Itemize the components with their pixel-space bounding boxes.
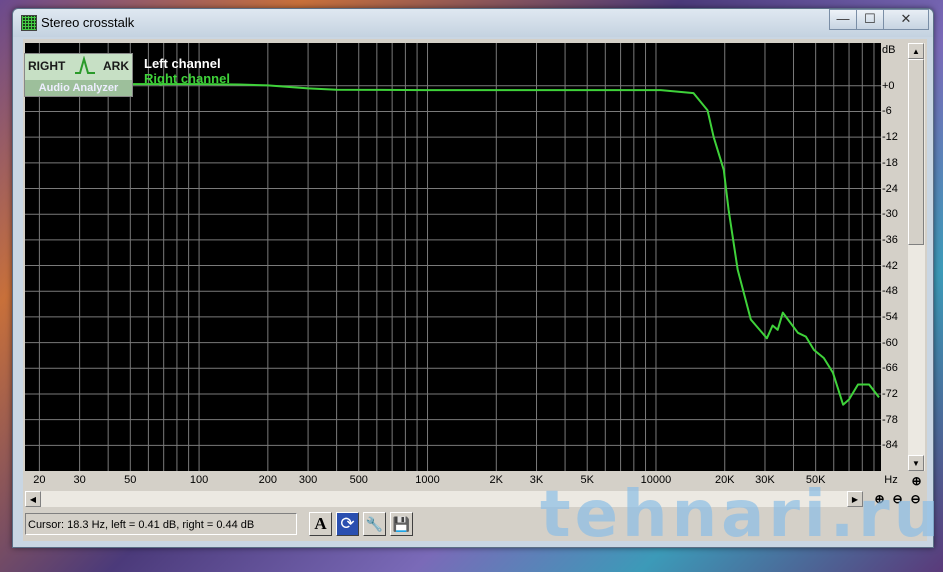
y-tick-label: -60 [882, 336, 898, 349]
y-tick-label: -48 [882, 285, 898, 298]
x-tick-label: 300 [298, 474, 318, 486]
scroll-down-icon[interactable]: ▼ [908, 455, 924, 471]
stereo-crosstalk-window: Stereo crosstalk — ☐ ✕ dB +0 -6 -12 -18 -24 -… [12, 8, 934, 548]
y-tick-label: -42 [882, 259, 898, 272]
logo-text-right: RIGHT [28, 59, 66, 73]
y-axis-labels: dB +0 -6 -12 -18 -24 -30 -36 -42 -48 -54 -60 -66 -72… [881, 43, 907, 471]
rightmark-logo: RIGHT ARK Audio Analyzer [24, 53, 133, 97]
scroll-left-icon[interactable]: ◀ [25, 491, 41, 507]
y-tick-label: -78 [882, 413, 898, 426]
font-button[interactable]: A [309, 512, 332, 536]
vertical-scrollbar[interactable]: ▲ ▼ [908, 43, 925, 471]
y-tick-label: -30 [882, 208, 898, 221]
y-tick-label: -6 [882, 105, 892, 118]
scroll-up-icon[interactable]: ▲ [908, 43, 924, 59]
watermark: tehnari.ru [540, 478, 943, 552]
plot-background [25, 43, 881, 471]
logo-subtitle: Audio Analyzer [25, 80, 132, 96]
chart-legend: Left channel Right channel [144, 56, 230, 86]
y-tick-label: -54 [882, 310, 898, 323]
x-tick-label: 500 [349, 474, 368, 486]
cursor-status: Cursor: 18.3 Hz, left = 0.41 dB, right =… [25, 513, 297, 535]
vertical-scroll-thumb[interactable] [908, 59, 924, 245]
x-tick-label: 1000 [415, 474, 440, 486]
close-button[interactable]: ✕ [883, 9, 929, 30]
y-tick-label: -84 [882, 439, 898, 452]
client-area: dB +0 -6 -12 -18 -24 -30 -36 -42 -48 -54 -60 -66 -72… [23, 39, 927, 541]
save-button[interactable]: 💾 [390, 512, 413, 536]
y-tick-label: -36 [882, 233, 898, 246]
y-tick-label: -72 [882, 387, 898, 400]
refresh-button[interactable]: ⟳ [336, 512, 359, 536]
y-tick-label: -18 [882, 156, 898, 169]
logo-text-ark: ARK [103, 59, 129, 73]
x-tick-label: 2K [489, 474, 504, 486]
y-tick-label: -12 [882, 131, 898, 144]
settings-wrench-button[interactable]: 🔧 [363, 512, 386, 536]
legend-right-channel: Right channel [144, 71, 230, 86]
app-icon [21, 15, 37, 31]
maximize-button[interactable]: ☐ [856, 9, 884, 30]
y-tick-label: -24 [882, 182, 898, 195]
title-bar[interactable]: Stereo crosstalk — ☐ ✕ [13, 9, 933, 37]
y-axis-title: dB [882, 44, 896, 56]
x-tick-label: 30 [73, 474, 86, 486]
x-tick-label: 100 [189, 474, 209, 486]
x-tick-label: 200 [258, 474, 278, 486]
minimize-button[interactable]: — [829, 9, 857, 30]
y-tick-label: -66 [882, 362, 898, 375]
x-tick-label: 20 [33, 474, 46, 486]
x-tick-label: 50 [124, 474, 137, 486]
y-tick-label: +0 [882, 79, 895, 92]
window-title: Stereo crosstalk [41, 15, 135, 30]
crosstalk-chart[interactable] [25, 43, 881, 471]
logo-wave-icon [75, 56, 95, 74]
legend-left-channel: Left channel [144, 56, 221, 71]
